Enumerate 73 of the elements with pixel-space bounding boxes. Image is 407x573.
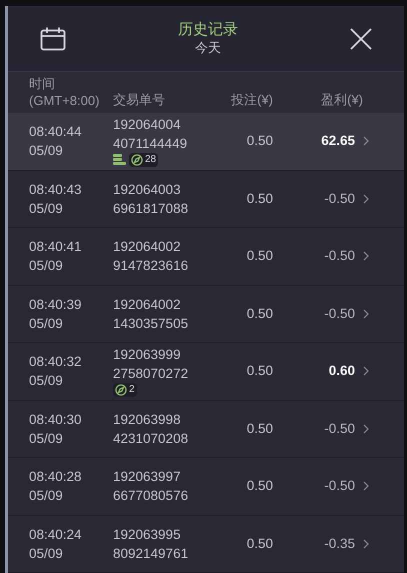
ticket-number: 4231070208	[113, 430, 190, 448]
chevron-right-icon[interactable]	[363, 538, 369, 549]
profit-amount: -0.35	[323, 534, 355, 553]
date-text: 05/09	[29, 314, 64, 333]
time-text: 08:40:30	[29, 410, 83, 429]
ticket-number: 2758070272	[113, 365, 190, 384]
stake-amount: 0.50	[246, 362, 273, 380]
free-spin-badge: 2	[113, 383, 137, 398]
ticket-number: 192063997	[113, 468, 182, 486]
time-text: 08:40:43	[29, 180, 83, 199]
history-row[interactable]: 08:40:43 05/09 192064003 6961817088 0.50 -0.50	[8, 170, 404, 228]
history-row[interactable]: 08:40:30 05/09 192063998 4231070208 0.50 -0.50	[8, 400, 404, 458]
chevron-right-icon[interactable]	[363, 308, 369, 319]
profit-amount: 62.65	[320, 132, 355, 150]
date-text: 05/09	[29, 200, 64, 218]
date-text: 05/09	[29, 430, 64, 448]
ticket-number: 192063995	[113, 526, 182, 544]
ticket-number: 192064002	[113, 296, 182, 314]
history-row[interactable]: 08:40:24 05/09 192063995 8092149761 0.50 -0.35	[8, 516, 404, 573]
chevron-right-icon[interactable]	[363, 194, 369, 204]
chevron-right-icon[interactable]	[363, 424, 369, 434]
ticket-number: 6677080576	[113, 487, 190, 506]
free-spin-badge: 28	[129, 153, 158, 168]
stake-amount: 0.50	[246, 304, 273, 323]
ticket-number: 192064003	[113, 180, 182, 199]
close-icon[interactable]	[350, 28, 372, 50]
time-text: 08:40:41	[29, 238, 83, 256]
stake-amount: 0.50	[246, 420, 273, 438]
column-header: 交易单号	[113, 90, 166, 109]
time-text: 08:40:32	[29, 353, 83, 372]
date-text: 05/09	[29, 372, 64, 390]
ticket-number: 192063998	[113, 410, 182, 429]
history-row[interactable]: 08:40:44 05/09 192064004 4071144449 28 0.50 62.65	[8, 113, 404, 170]
stake-amount: 0.50	[246, 477, 273, 496]
stake-amount: 0.50	[246, 190, 273, 208]
time-text: 08:40:28	[29, 468, 83, 486]
profit-amount: -0.50	[323, 247, 355, 266]
stake-amount: 0.50	[246, 247, 273, 266]
column-header: 投注(¥)	[230, 90, 273, 109]
ticket-number: 8092149761	[113, 544, 190, 563]
profit-amount: -0.50	[323, 190, 355, 208]
time-text: 08:40:24	[29, 526, 83, 544]
column-header: 时间 (GMT+8:00)	[29, 76, 100, 109]
time-text: 08:40:39	[29, 296, 83, 314]
profit-amount: -0.50	[323, 304, 355, 323]
compass-icon	[115, 384, 127, 396]
ticket-number: 192063999	[113, 346, 182, 364]
profit-amount: 0.60	[328, 362, 355, 380]
history-row[interactable]: 08:40:39 05/09 192064002 1430357505 0.50 -0.50	[8, 286, 404, 343]
chevron-right-icon[interactable]	[363, 366, 369, 376]
stake-amount: 0.50	[246, 132, 273, 150]
ticket-number: 9147823616	[113, 257, 190, 276]
profit-amount: -0.50	[323, 477, 355, 496]
calendar-icon[interactable]	[40, 26, 66, 50]
stake-amount: 0.50	[246, 534, 273, 553]
ticket-number: 192064002	[113, 238, 182, 256]
date-text: 05/09	[29, 142, 64, 160]
ticket-number: 4071144449	[113, 135, 188, 154]
chevron-right-icon[interactable]	[363, 251, 369, 262]
time-text: 08:40:44	[29, 123, 83, 142]
date-text: 05/09	[29, 257, 64, 276]
ticket-number: 1430357505	[113, 314, 190, 333]
chevron-right-icon[interactable]	[363, 481, 369, 492]
date-text: 05/09	[29, 487, 64, 506]
date-text: 05/09	[29, 544, 64, 563]
date-filter-label: 今天	[195, 40, 221, 56]
panel-title: 历史记录	[178, 21, 238, 40]
profit-amount: -0.50	[323, 420, 355, 438]
column-header: 盈利(¥)	[320, 90, 363, 109]
compass-icon	[131, 154, 143, 166]
chevron-right-icon[interactable]	[363, 136, 369, 146]
ticket-number: 192064004	[113, 116, 182, 134]
ticket-number: 6961817088	[113, 200, 190, 218]
